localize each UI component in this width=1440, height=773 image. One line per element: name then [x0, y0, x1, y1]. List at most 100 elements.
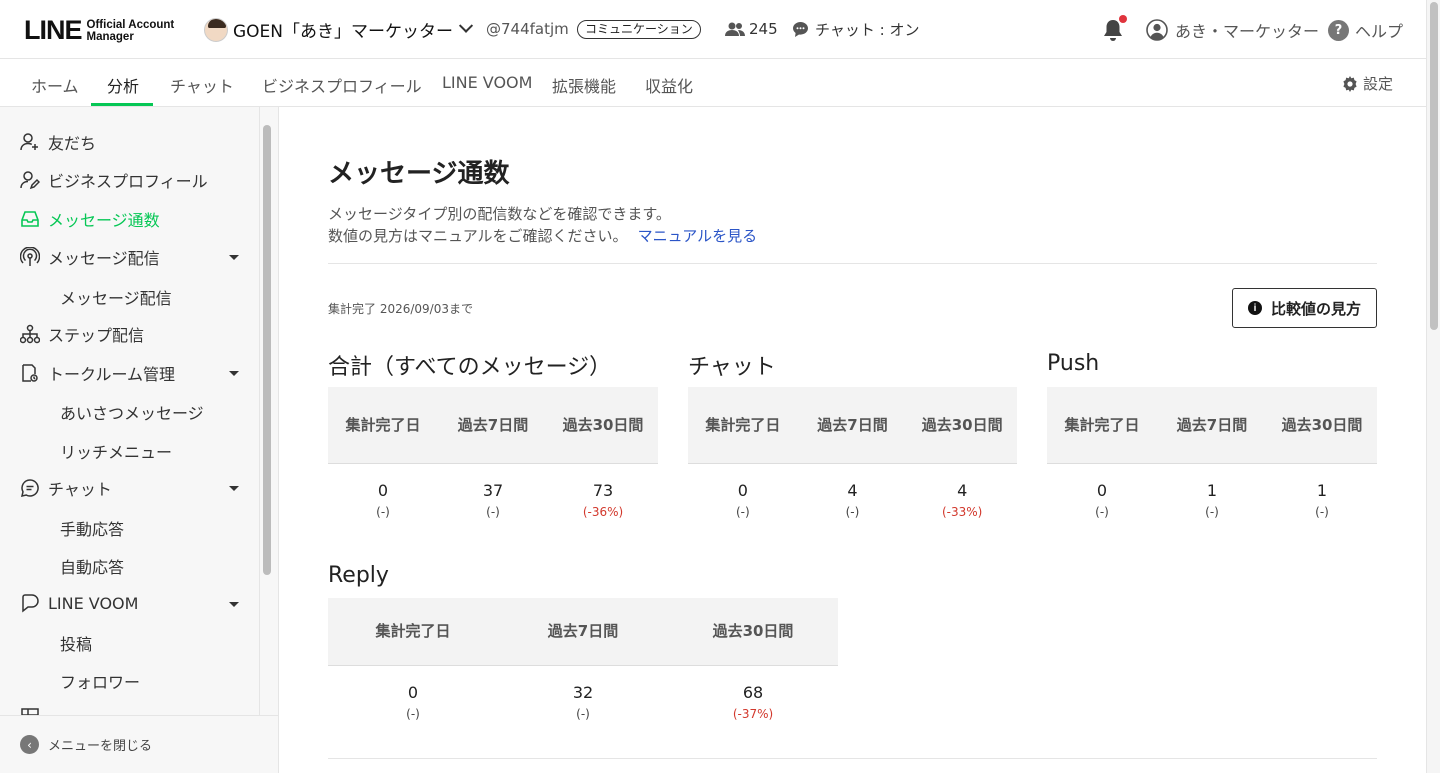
stat-change-negative: (-37%) [732, 706, 774, 721]
sidebar-subitem-posts[interactable]: 投稿 [60, 631, 92, 655]
stat-change: (-) [376, 504, 390, 519]
stat-value: 1 [1316, 480, 1328, 500]
sidebar-item-talkroom[interactable]: トークルーム管理 [20, 361, 175, 385]
sidebar-item-message-delivery[interactable]: メッセージ配信 [20, 245, 160, 269]
sidebar-item-business-profile[interactable]: ビジネスプロフィール [20, 168, 208, 192]
caret-down-icon[interactable] [229, 371, 239, 376]
stat-value: 0 [407, 682, 419, 702]
column-header: 過去30日間 [548, 387, 658, 464]
sidebar-item-message-count[interactable]: メッセージ通数 [20, 207, 160, 231]
tab-business-profile[interactable]: ビジネスプロフィール [262, 73, 422, 97]
sidebar-item-label: ステップ配信 [48, 326, 145, 345]
aggregation-note: 集計完了 2026/09/03まで [328, 302, 473, 316]
column-header: 過去30日間 [668, 598, 838, 666]
gear-icon [1343, 75, 1357, 92]
sidebar-item-friends[interactable]: 友だち [20, 130, 96, 154]
tab-analytics[interactable]: 分析 [107, 73, 139, 97]
stats-table-total: 集計完了日 過去7日間 過去30日間 0 (-) 37 (-) 73 (-36%) [328, 387, 658, 519]
user-name: あき・マーケッター [1175, 22, 1320, 41]
table-row: 0 (-) 4 (-) 4 (-33%) [688, 463, 1017, 519]
collapse-menu-label: メニューを閉じる [48, 739, 153, 754]
sidebar-item-label: LINE VOOM [48, 593, 139, 613]
user-menu[interactable]: あき・マーケッター [1146, 18, 1319, 42]
active-tab-indicator [91, 103, 153, 106]
tab-home[interactable]: ホーム [31, 73, 79, 97]
stat-change: (-) [1315, 504, 1329, 519]
divider [328, 758, 1377, 759]
sidebar-item-chat[interactable]: チャット [20, 476, 112, 500]
caret-down-icon[interactable] [229, 255, 239, 260]
stat-value: 73 [592, 480, 614, 500]
broadcast-icon [20, 247, 40, 266]
chat-status[interactable]: チャット : オン [792, 19, 919, 40]
column-header: 集計完了日 [1047, 387, 1157, 464]
stat-change: (-) [735, 504, 750, 519]
caret-down-icon[interactable] [229, 486, 239, 491]
tab-extensions[interactable]: 拡張機能 [552, 73, 616, 97]
stat-change: (-) [1205, 504, 1219, 519]
settings-link[interactable]: 設定 [1342, 73, 1393, 94]
stat-change: (-) [845, 504, 860, 519]
sidebar-item-partial[interactable] [20, 707, 48, 715]
sidebar-subitem-message-delivery[interactable]: メッセージ配信 [60, 285, 172, 309]
manual-link[interactable]: マニュアルを見る [638, 227, 758, 245]
column-header: 過去7日間 [1157, 387, 1267, 464]
section-title-push: Push [1047, 351, 1100, 376]
sidebar-item-label: トークルーム管理 [48, 365, 176, 384]
account-id: @744fatjm [486, 20, 569, 38]
stat-change: (-) [1095, 504, 1109, 519]
sidebar-item-label: メッセージ通数 [48, 211, 160, 230]
main-nav: ホーム 分析 チャット ビジネスプロフィール LINE VOOM 拡張機能 収益… [0, 59, 1426, 107]
column-header: 過去30日間 [907, 387, 1017, 464]
help-link[interactable]: ? ヘルプ [1328, 18, 1403, 42]
sidebar-subitem-followers[interactable]: フォロワー [60, 669, 140, 693]
column-header: 過去7日間 [438, 387, 548, 464]
profile-icon [20, 171, 40, 190]
sidebar-item-line-voom[interactable]: LINE VOOM [20, 593, 138, 613]
section-title-reply: Reply [328, 563, 389, 588]
sidebar-scrollbar[interactable] [263, 125, 271, 575]
sidebar-subitem-rich-menu[interactable]: リッチメニュー [60, 439, 172, 463]
grid-icon [21, 708, 39, 715]
sidebar-item-step-delivery[interactable]: ステップ配信 [20, 322, 144, 346]
tab-chat[interactable]: チャット [170, 73, 234, 97]
column-header: 集計完了日 [328, 387, 438, 464]
stat-change: (-) [576, 706, 590, 721]
sidebar: 友だち ビジネスプロフィール メッセージ通数 メッセージ配信 メッセージ配信 ス… [0, 107, 279, 773]
table-row: 0 (-) 37 (-) 73 (-36%) [328, 463, 658, 519]
caret-down-icon[interactable] [229, 602, 239, 607]
chevron-left-icon: ‹ [20, 735, 39, 754]
tab-monetization[interactable]: 収益化 [645, 73, 693, 97]
chat-status-text: チャット : オン [815, 21, 920, 39]
account-name: GOEN「あき」マーケッター [233, 22, 454, 42]
info-icon: i [1247, 301, 1262, 315]
talkroom-icon [22, 364, 38, 382]
account-switcher[interactable]: GOEN「あき」マーケッター [204, 17, 474, 42]
friend-count-value: 245 [749, 20, 778, 38]
sidebar-item-label: メッセージ配信 [48, 249, 160, 268]
column-header: 過去7日間 [498, 598, 668, 666]
friend-count: 245 [725, 20, 778, 38]
chat-bubble-icon [793, 22, 808, 37]
column-header: 集計完了日 [328, 598, 498, 666]
stat-value: 4 [957, 480, 968, 500]
page-scrollbar-track[interactable] [1426, 0, 1440, 773]
page-scrollbar-thumb[interactable] [1430, 2, 1438, 330]
account-avatar [204, 17, 228, 42]
tab-line-voom[interactable]: LINE VOOM [442, 73, 532, 92]
step-icon [20, 324, 40, 344]
top-bar: LINE Official Account Manager GOEN「あき」マーケ… [0, 0, 1426, 59]
compare-help-button[interactable]: i 比較値の見方 [1232, 288, 1377, 328]
column-header: 過去30日間 [1267, 387, 1377, 464]
sidebar-subitem-manual-reply[interactable]: 手動応答 [60, 516, 124, 540]
stat-value: 0 [1096, 480, 1108, 500]
chevron-down-icon [458, 18, 474, 33]
collapse-menu-button[interactable]: ‹ メニューを閉じる [0, 715, 278, 773]
stat-value: 37 [482, 480, 504, 500]
sidebar-subitem-auto-reply[interactable]: 自動応答 [60, 554, 124, 578]
sidebar-subitem-greeting[interactable]: あいさつメッセージ [60, 400, 204, 424]
inbox-icon [21, 211, 39, 227]
line-oam-logo[interactable]: LINE Official Account Manager [24, 15, 174, 46]
notification-dot [1119, 15, 1127, 23]
stat-value: 1 [1206, 480, 1218, 500]
